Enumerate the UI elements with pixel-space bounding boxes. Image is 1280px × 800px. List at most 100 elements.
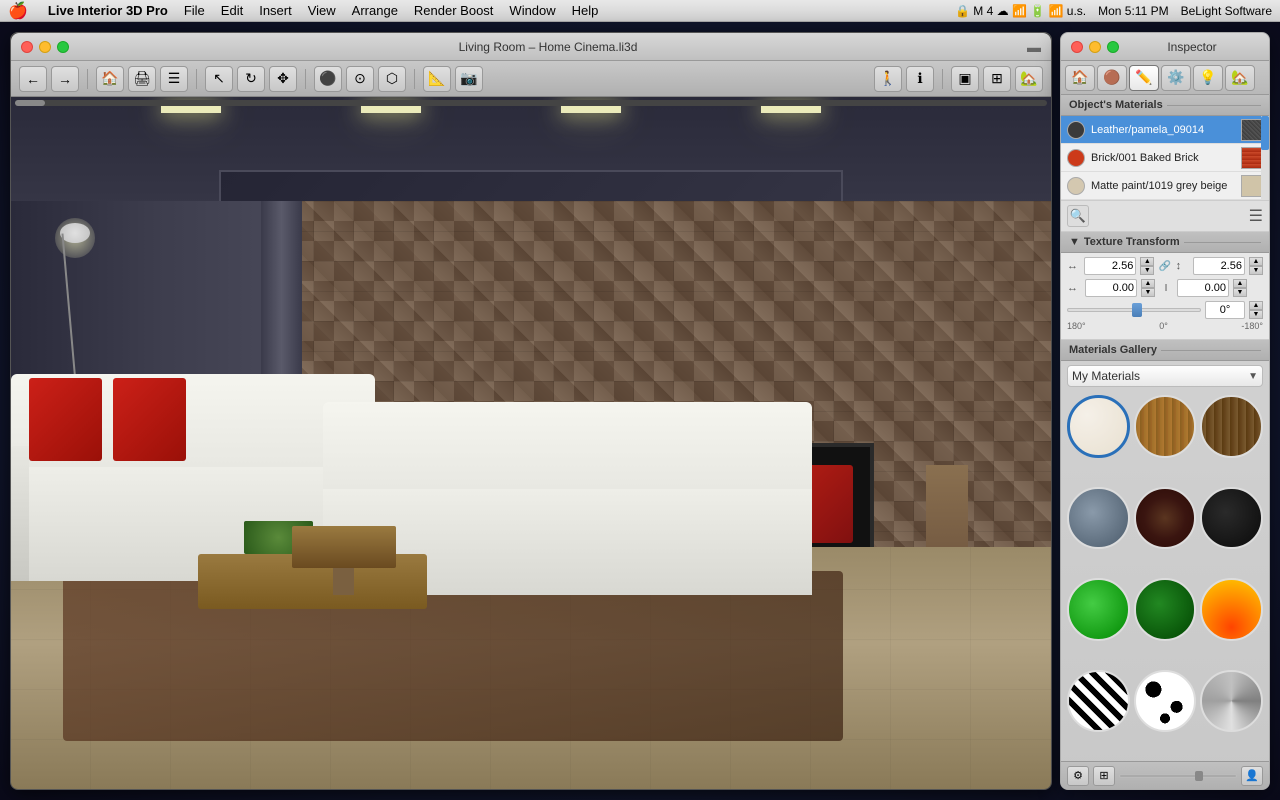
rotation-slider-thumb[interactable]: [1132, 303, 1142, 317]
swatch-wood-dark[interactable]: [1200, 395, 1263, 458]
walk-tool[interactable]: 🚶: [874, 66, 902, 92]
help-menu[interactable]: Help: [572, 3, 599, 18]
height-stepper[interactable]: ▲ ▼: [1249, 257, 1263, 275]
edit-menu[interactable]: Edit: [221, 3, 243, 18]
swatch-fire[interactable]: [1200, 578, 1263, 641]
material-thumb-brick: [1241, 147, 1263, 169]
material-item-leather[interactable]: Leather/pamela_09014: [1061, 116, 1269, 144]
gallery-dropdown-arrow: ▼: [1248, 371, 1258, 382]
material-item-brick[interactable]: Brick/001 Baked Brick: [1061, 144, 1269, 172]
fit-button[interactable]: ⊞: [1093, 766, 1115, 786]
size-slider[interactable]: [1119, 774, 1237, 778]
sphere-tool[interactable]: ⚫: [314, 66, 342, 92]
window-title: Living Room – Home Cinema.li3d: [75, 40, 1021, 54]
list-options-button[interactable]: ☰: [1249, 206, 1263, 226]
offset-x-stepper[interactable]: ▲ ▼: [1141, 279, 1155, 297]
offset-x-input[interactable]: [1085, 279, 1137, 297]
swatch-black[interactable]: [1200, 487, 1263, 550]
inspector-max[interactable]: [1107, 41, 1119, 53]
select-tool[interactable]: ↖: [205, 66, 233, 92]
viewport[interactable]: ▶: [11, 97, 1051, 789]
tab-settings[interactable]: ⚙️: [1161, 65, 1191, 91]
info-button[interactable]: ℹ: [906, 66, 934, 92]
minimize-button[interactable]: [39, 41, 51, 53]
materials-scrollbar[interactable]: [1261, 116, 1269, 200]
tab-light[interactable]: 💡: [1193, 65, 1223, 91]
materials-list: Leather/pamela_09014 Brick/001 Baked Bri…: [1061, 116, 1269, 201]
width-up[interactable]: ▲: [1140, 257, 1154, 266]
offset-y-input[interactable]: [1177, 279, 1229, 297]
eyedropper-button[interactable]: 🔍: [1067, 205, 1089, 227]
ring-tool[interactable]: ⊙: [346, 66, 374, 92]
inspector-min[interactable]: [1089, 41, 1101, 53]
swatch-stone[interactable]: [1067, 487, 1130, 550]
height-down[interactable]: ▼: [1249, 266, 1263, 275]
orbit-tool[interactable]: ↻: [237, 66, 265, 92]
render-boost-menu[interactable]: Render Boost: [414, 3, 494, 18]
toolbar-sep-2: [196, 69, 197, 89]
insert-menu[interactable]: Insert: [259, 3, 292, 18]
back-button[interactable]: ←: [19, 66, 47, 92]
apple-menu[interactable]: 🍎: [8, 1, 28, 21]
window-menu[interactable]: Window: [509, 3, 555, 18]
inspector-close[interactable]: [1071, 41, 1083, 53]
close-button[interactable]: [21, 41, 33, 53]
swatch-wood-light[interactable]: [1134, 395, 1197, 458]
width-stepper[interactable]: ▲ ▼: [1140, 257, 1154, 275]
layout1-button[interactable]: ▣: [951, 66, 979, 92]
camera-tool[interactable]: 📷: [455, 66, 483, 92]
arrange-menu[interactable]: Arrange: [352, 3, 398, 18]
swatch-chrome[interactable]: [1200, 670, 1263, 733]
swatch-spots[interactable]: [1134, 670, 1197, 733]
box-tool[interactable]: ⬡: [378, 66, 406, 92]
tab-material[interactable]: ✏️: [1129, 65, 1159, 91]
gallery-dropdown[interactable]: My Materials ▼: [1067, 365, 1263, 387]
material-item-matte[interactable]: Matte paint/1019 grey beige: [1061, 172, 1269, 200]
rotation-up[interactable]: ▲: [1249, 301, 1263, 310]
swatch-zebra[interactable]: [1067, 670, 1130, 733]
swatch-white-marble[interactable]: [1067, 395, 1130, 458]
layout2-button[interactable]: ⊞: [983, 66, 1011, 92]
swatch-green-dark[interactable]: [1134, 578, 1197, 641]
offset-y-up[interactable]: ▲: [1233, 279, 1247, 288]
offset-y-stepper[interactable]: ▲ ▼: [1233, 279, 1247, 297]
tab-home[interactable]: 🏠: [1065, 65, 1095, 91]
tab-object[interactable]: 🟤: [1097, 65, 1127, 91]
maximize-button[interactable]: [57, 41, 69, 53]
material-swatch-leather: [1067, 121, 1085, 139]
scrollbar-thumb[interactable]: [15, 100, 45, 106]
material-swatch-brick: [1067, 149, 1085, 167]
height-up[interactable]: ▲: [1249, 257, 1263, 266]
print-button[interactable]: 🖨: [128, 66, 156, 92]
window-resize-button[interactable]: ▬: [1027, 39, 1041, 55]
offset-x-up[interactable]: ▲: [1141, 279, 1155, 288]
rotation-stepper[interactable]: ▲ ▼: [1249, 301, 1263, 319]
person-button[interactable]: 👤: [1241, 766, 1263, 786]
size-slider-thumb[interactable]: [1195, 771, 1203, 781]
offset-x-down[interactable]: ▼: [1141, 288, 1155, 297]
objects-materials-label: Object's Materials: [1069, 99, 1163, 111]
tab-scene[interactable]: 🏡: [1225, 65, 1255, 91]
add-material-button[interactable]: ⚙: [1067, 766, 1089, 786]
rotation-input[interactable]: [1205, 301, 1245, 319]
home-view-button[interactable]: 🏡: [1015, 66, 1043, 92]
floorplan-button[interactable]: 🏠: [96, 66, 124, 92]
swatch-green-bright[interactable]: [1067, 578, 1130, 641]
rotation-max-label: -180°: [1241, 321, 1263, 331]
pan-tool[interactable]: ✥: [269, 66, 297, 92]
forward-button[interactable]: →: [51, 66, 79, 92]
width-down[interactable]: ▼: [1140, 266, 1154, 275]
rotation-down[interactable]: ▼: [1249, 310, 1263, 319]
app-name-menu[interactable]: Live Interior 3D Pro: [48, 3, 168, 18]
rotation-slider-container[interactable]: [1067, 302, 1201, 318]
view-button[interactable]: ☰: [160, 66, 188, 92]
ceiling-light-2: [361, 105, 421, 113]
file-menu[interactable]: File: [184, 3, 205, 18]
measure-tool[interactable]: 📐: [423, 66, 451, 92]
sofa-pillow-2: [113, 378, 186, 461]
view-menu[interactable]: View: [308, 3, 336, 18]
width-input[interactable]: [1084, 257, 1136, 275]
offset-y-down[interactable]: ▼: [1233, 288, 1247, 297]
height-input[interactable]: [1193, 257, 1245, 275]
swatch-brown-dark[interactable]: [1134, 487, 1197, 550]
